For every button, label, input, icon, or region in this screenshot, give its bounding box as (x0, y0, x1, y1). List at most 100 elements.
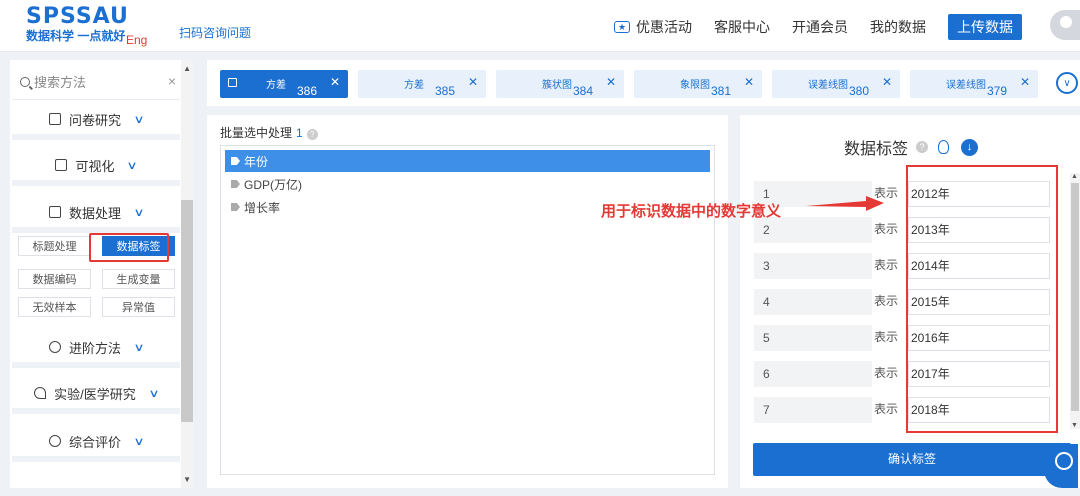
scroll-down-icon[interactable]: ▼ (1071, 422, 1078, 429)
sidebar-scrollbar[interactable]: ▲ ▼ (181, 60, 193, 488)
lightbulb-icon[interactable] (938, 140, 950, 154)
label-scroll-thumb[interactable] (1071, 183, 1079, 411)
chart-icon (55, 159, 68, 171)
sub-title-processing[interactable]: 标题处理 (18, 236, 91, 256)
sub-invalid-samples[interactable]: 无效样本 (18, 297, 91, 317)
group-visualization[interactable]: 可视化 ∨ (12, 150, 180, 186)
chevron-down-icon: ∨ (133, 341, 145, 354)
group-experiment-medical[interactable]: 实验/医学研究 ∨ (12, 378, 180, 414)
paperclip-icon (48, 341, 61, 353)
tab-item[interactable]: 簇状图 384 ✕ (496, 70, 624, 98)
nav-promotions-label: 优惠活动 (636, 19, 692, 35)
tab-label: 方差 (404, 80, 424, 91)
tab-number: 379 (987, 84, 1008, 98)
tab-item[interactable]: 象限图 381 ✕ (634, 70, 762, 98)
language-switch[interactable]: Eng (126, 33, 147, 47)
sidebar-scroll-thumb[interactable] (181, 200, 193, 422)
panel-title-row: 数据标签 ? ↓ (844, 135, 979, 159)
tab-item[interactable]: 方差 385 ✕ (358, 70, 486, 98)
close-icon[interactable]: ✕ (606, 75, 616, 89)
tag-icon (231, 203, 240, 211)
edit-icon[interactable] (228, 78, 237, 87)
annotation-arrow (806, 196, 884, 211)
close-icon[interactable]: ✕ (1020, 75, 1030, 89)
group-data-processing[interactable]: 数据处理 ∨ (12, 197, 180, 233)
value-column-highlight (906, 165, 1058, 433)
row-index: 7 (754, 397, 872, 423)
top-nav: ★ 优惠活动 客服中心 开通会员 我的数据 上传数据 (592, 14, 1022, 40)
search-placeholder: 搜索方法 (34, 75, 87, 90)
variable-panel: 批量选中处理 1? 年份 GDP(万亿) 增长率 (207, 115, 728, 488)
download-icon[interactable]: ↓ (961, 138, 979, 156)
row-word: 表示 (874, 294, 899, 308)
sub-data-encoding[interactable]: 数据编码 (18, 269, 91, 289)
search-input[interactable]: 搜索方法 × (12, 64, 180, 100)
document-icon (48, 113, 61, 125)
tab-label: 象限图 (680, 80, 710, 91)
batch-select-label: 批量选中处理 (220, 126, 293, 140)
row-index: 4 (754, 289, 872, 315)
row-index: 5 (754, 325, 872, 351)
tab-label: 簇状图 (542, 80, 572, 91)
batch-select-title: 批量选中处理 1? (220, 124, 318, 141)
top-header: SPSSAU 数据科学 一点就好 Eng 扫码咨询问题 ★ 优惠活动 客服中心 … (0, 0, 1080, 52)
avatar[interactable] (1050, 10, 1080, 40)
close-icon[interactable]: ✕ (744, 75, 754, 89)
close-icon[interactable]: ✕ (468, 75, 478, 89)
nav-customer-service[interactable]: 客服中心 (714, 17, 770, 37)
row-word: 表示 (874, 330, 899, 344)
group-label: 数据处理 (68, 205, 121, 221)
nav-membership[interactable]: 开通会员 (792, 17, 848, 37)
tab-item[interactable]: 误差线图 379 ✕ (910, 70, 1038, 98)
logo[interactable]: SPSSAU 数据科学 一点就好 Eng (26, 5, 147, 48)
active-item-highlight (89, 233, 169, 262)
row-word: 表示 (874, 258, 899, 272)
annotation-text: 用于标识数据中的数字意义 (601, 203, 782, 220)
brand-slogan: 数据科学 一点就好 (26, 29, 126, 43)
help-icon[interactable]: ? (306, 129, 318, 140)
pie-icon (48, 435, 61, 447)
upload-data-button[interactable]: 上传数据 (948, 14, 1022, 40)
nav-promotions[interactable]: ★ 优惠活动 (614, 17, 692, 37)
group-advanced[interactable]: 进阶方法 ∨ (12, 332, 180, 368)
tag-icon (231, 157, 240, 165)
variable-item[interactable]: GDP(万亿) (225, 173, 710, 195)
close-icon[interactable]: ✕ (330, 75, 340, 89)
tab-label: 误差线图 (946, 80, 986, 91)
label-table-scrollbar[interactable]: ▲ ▼ (1070, 173, 1080, 429)
customer-service-icon[interactable] (1044, 444, 1078, 488)
close-icon[interactable]: ✕ (882, 75, 892, 89)
sub-generate-variable[interactable]: 生成变量 (102, 269, 175, 289)
row-index: 3 (754, 253, 872, 279)
scan-consult-link[interactable]: 扫码咨询问题 (179, 24, 251, 41)
tab-label: 误差线图 (808, 80, 848, 91)
scroll-up-icon[interactable]: ▲ (183, 64, 191, 73)
sub-outliers[interactable]: 异常值 (102, 297, 175, 317)
variable-label: GDP(万亿) (244, 177, 302, 192)
tab-item[interactable]: 误差线图 380 ✕ (772, 70, 900, 98)
row-word: 表示 (874, 366, 899, 380)
confirm-labels-button[interactable]: 确认标签 (753, 443, 1071, 476)
group-evaluation[interactable]: 综合评价 ∨ (12, 426, 180, 462)
search-icon (20, 76, 30, 87)
help-icon[interactable]: ? (916, 141, 929, 153)
chevron-down-icon: ∨ (133, 113, 145, 126)
scroll-up-icon[interactable]: ▲ (1071, 173, 1078, 180)
chevron-down-icon: ∨ (148, 387, 160, 400)
tab-number: 380 (849, 84, 870, 98)
chevron-down-icon[interactable]: ∨ (1056, 72, 1078, 94)
selected-count: 1 (296, 126, 303, 140)
variable-item[interactable]: 年份 (225, 150, 710, 172)
variable-list: 年份 GDP(万亿) 增长率 (220, 145, 715, 475)
variable-label: 增长率 (244, 200, 281, 215)
tab-item[interactable]: 方差 386 ✕ (220, 70, 348, 98)
row-index: 6 (754, 361, 872, 387)
group-label: 实验/医学研究 (54, 386, 136, 402)
close-icon[interactable]: × (168, 73, 176, 89)
scroll-down-icon[interactable]: ▼ (183, 475, 191, 484)
database-icon (48, 206, 61, 218)
tag-icon (231, 180, 240, 188)
group-questionnaire[interactable]: 问卷研究 ∨ (12, 104, 180, 140)
heart-icon (34, 387, 47, 399)
nav-my-data[interactable]: 我的数据 (870, 17, 926, 37)
